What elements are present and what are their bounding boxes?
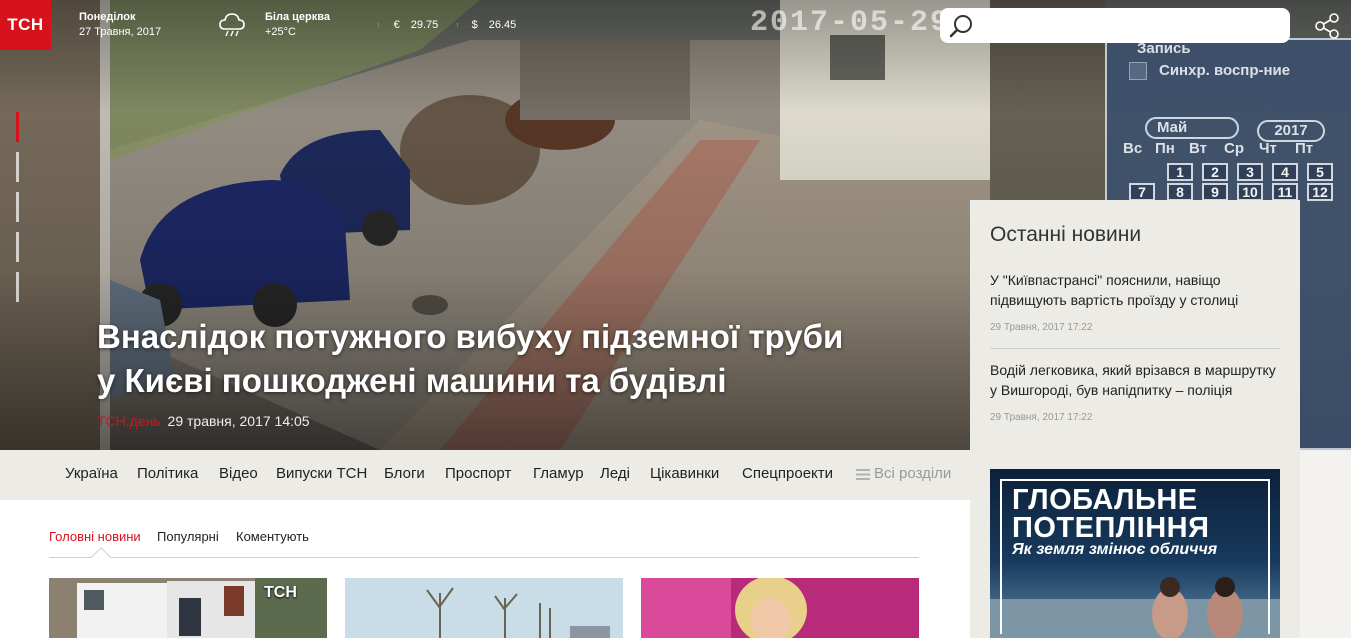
dvr-year-select: 2017 (1257, 120, 1325, 142)
currency-symbol: € (393, 19, 400, 31)
latest-news-item[interactable]: Водій легковика, який врізався в маршрут… (990, 360, 1280, 423)
nav-item-ukraine[interactable]: Україна (65, 465, 118, 482)
weather-temp: +25°С (265, 26, 297, 38)
dvr-day: 9 (1202, 183, 1228, 201)
search-icon[interactable] (948, 13, 974, 39)
header-date: Понеділок 27 Травня, 2017 (79, 10, 161, 40)
search-input[interactable] (940, 8, 1290, 43)
latest-news-time: 29 Травня, 2017 17:22 (990, 412, 1093, 423)
latest-news-title[interactable]: У "Київпастрансі" пояснили, навіщо підви… (990, 270, 1280, 310)
latest-news-sidebar: Останні новини У "Київпастрансі" пояснил… (970, 200, 1300, 638)
currency-value: 29.75 (410, 19, 439, 31)
nav-item-tsn-releases[interactable]: Випуски ТСН (276, 465, 367, 482)
dvr-month-select: Май (1145, 117, 1239, 139)
hero-meta: ТСН.день 29 травня, 2017 14:05 (97, 413, 310, 429)
tsn-logo[interactable]: ТСН (0, 0, 51, 50)
latest-news-item[interactable]: У "Київпастрансі" пояснили, навіщо підви… (990, 270, 1280, 333)
dvr-day: 2 (1202, 163, 1228, 181)
promo-banner[interactable]: ГЛОБАЛЬНЕ ПОТЕПЛІННЯ Як земля змінює обл… (990, 469, 1280, 638)
nav-item-blogs[interactable]: Блоги (384, 465, 425, 482)
nav-item-ladies[interactable]: Леді (600, 465, 630, 482)
divider (990, 348, 1280, 349)
dvr-day: 11 (1272, 183, 1298, 201)
dvr-day: 4 (1272, 163, 1298, 181)
news-tabs: Головні новини Популярні Коментують (49, 529, 919, 558)
tsn-watermark: ТСН (264, 584, 297, 601)
slider-dot-active[interactable] (16, 112, 19, 142)
up-arrow-icon: ↑ (455, 20, 460, 30)
dvr-day: 8 (1167, 183, 1193, 201)
header-day: Понеділок (79, 11, 136, 23)
dvr-day: 3 (1237, 163, 1263, 181)
sidebar-title: Останні новини (990, 223, 1142, 246)
nav-item-glamur[interactable]: Гламур (533, 465, 584, 482)
dvr-day: 10 (1237, 183, 1263, 201)
latest-news-time: 29 Травня, 2017 17:22 (990, 322, 1093, 333)
currency-dollar: ↑ $ 26.45 (455, 19, 516, 31)
hero-headline[interactable]: Внаслідок потужного вибуху підземної тру… (97, 315, 897, 403)
slider-dot[interactable] (16, 232, 19, 262)
slider-pagination (16, 112, 19, 312)
hero-headline-line: Внаслідок потужного вибуху підземної тру… (97, 318, 844, 355)
nav-item-prosport[interactable]: Проспорт (445, 465, 511, 482)
news-thumbnail[interactable] (345, 578, 623, 638)
dvr-weekday: Пт (1295, 140, 1314, 157)
dvr-weekday: Ср (1224, 140, 1244, 157)
main-content: Головні новини Популярні Коментують ТСН (0, 500, 970, 638)
promo-title: ГЛОБАЛЬНЕ ПОТЕПЛІННЯ (1012, 484, 1210, 544)
hero-timestamp: 29 травня, 2017 14:05 (167, 413, 310, 429)
main-nav: Україна Політика Відео Випуски ТСН Блоги… (0, 450, 970, 500)
hero-source[interactable]: ТСН.день (97, 413, 161, 429)
tab-main-news[interactable]: Головні новини (49, 529, 141, 544)
camera-timestamp: 2017-05-29 (750, 6, 951, 40)
dvr-day: 5 (1307, 163, 1333, 181)
currency-value: 26.45 (488, 19, 517, 31)
dvr-day: 12 (1307, 183, 1333, 201)
page: 2017-05-29 Запись Синхр. воспр-ние Май 2… (0, 0, 1351, 638)
currency-euro: ↑ € 29.75 (376, 19, 438, 31)
promo-subtitle: Як земля змінює обличчя (1012, 541, 1218, 558)
hero-headline-line: у Києві пошкоджені машини та будівлі (97, 362, 727, 399)
slider-dot[interactable] (16, 152, 19, 182)
latest-news-title[interactable]: Водій легковика, який врізався в маршрут… (990, 360, 1280, 400)
up-arrow-icon: ↑ (376, 20, 381, 30)
dvr-day: 1 (1167, 163, 1193, 181)
tab-commented[interactable]: Коментують (236, 529, 309, 544)
dvr-weekday: Пн (1155, 140, 1175, 157)
nav-item-curiosities[interactable]: Цікавинки (650, 465, 719, 482)
news-thumbnail-image (641, 578, 919, 638)
header-date-text: 27 Травня, 2017 (79, 26, 162, 38)
dvr-weekday: Чт (1259, 140, 1277, 157)
tab-popular[interactable]: Популярні (157, 529, 219, 544)
menu-icon (856, 468, 870, 480)
dvr-sync-label: Синхр. воспр-ние (1159, 62, 1291, 79)
share-icon[interactable] (1313, 12, 1341, 40)
slider-dot[interactable] (16, 192, 19, 222)
weather-rain-icon (219, 13, 245, 37)
promo-title-line: ГЛОБАЛЬНЕ (1012, 484, 1198, 516)
promo-title-line: ПОТЕПЛІННЯ (1012, 512, 1210, 544)
news-thumbnail-image (345, 578, 623, 638)
currency-symbol: $ (471, 19, 478, 31)
dvr-weekday: Вт (1189, 140, 1207, 157)
nav-item-politics[interactable]: Політика (137, 465, 198, 482)
dvr-day: 7 (1129, 183, 1155, 201)
news-thumbnail[interactable]: ТСН (49, 578, 327, 638)
dvr-weekday: Вс (1123, 140, 1143, 157)
nav-item-special-projects[interactable]: Спецпроекти (742, 465, 833, 482)
dvr-checkbox (1129, 62, 1147, 80)
news-thumbnail[interactable] (641, 578, 919, 638)
nav-item-video[interactable]: Відео (219, 465, 258, 482)
header-weather[interactable]: Біла церква +25°С (265, 10, 330, 40)
slider-dot[interactable] (16, 272, 19, 302)
all-sections-button[interactable]: Всі розділи (856, 465, 951, 482)
all-sections-label: Всі розділи (874, 465, 952, 482)
weather-city: Біла церква (265, 11, 330, 23)
